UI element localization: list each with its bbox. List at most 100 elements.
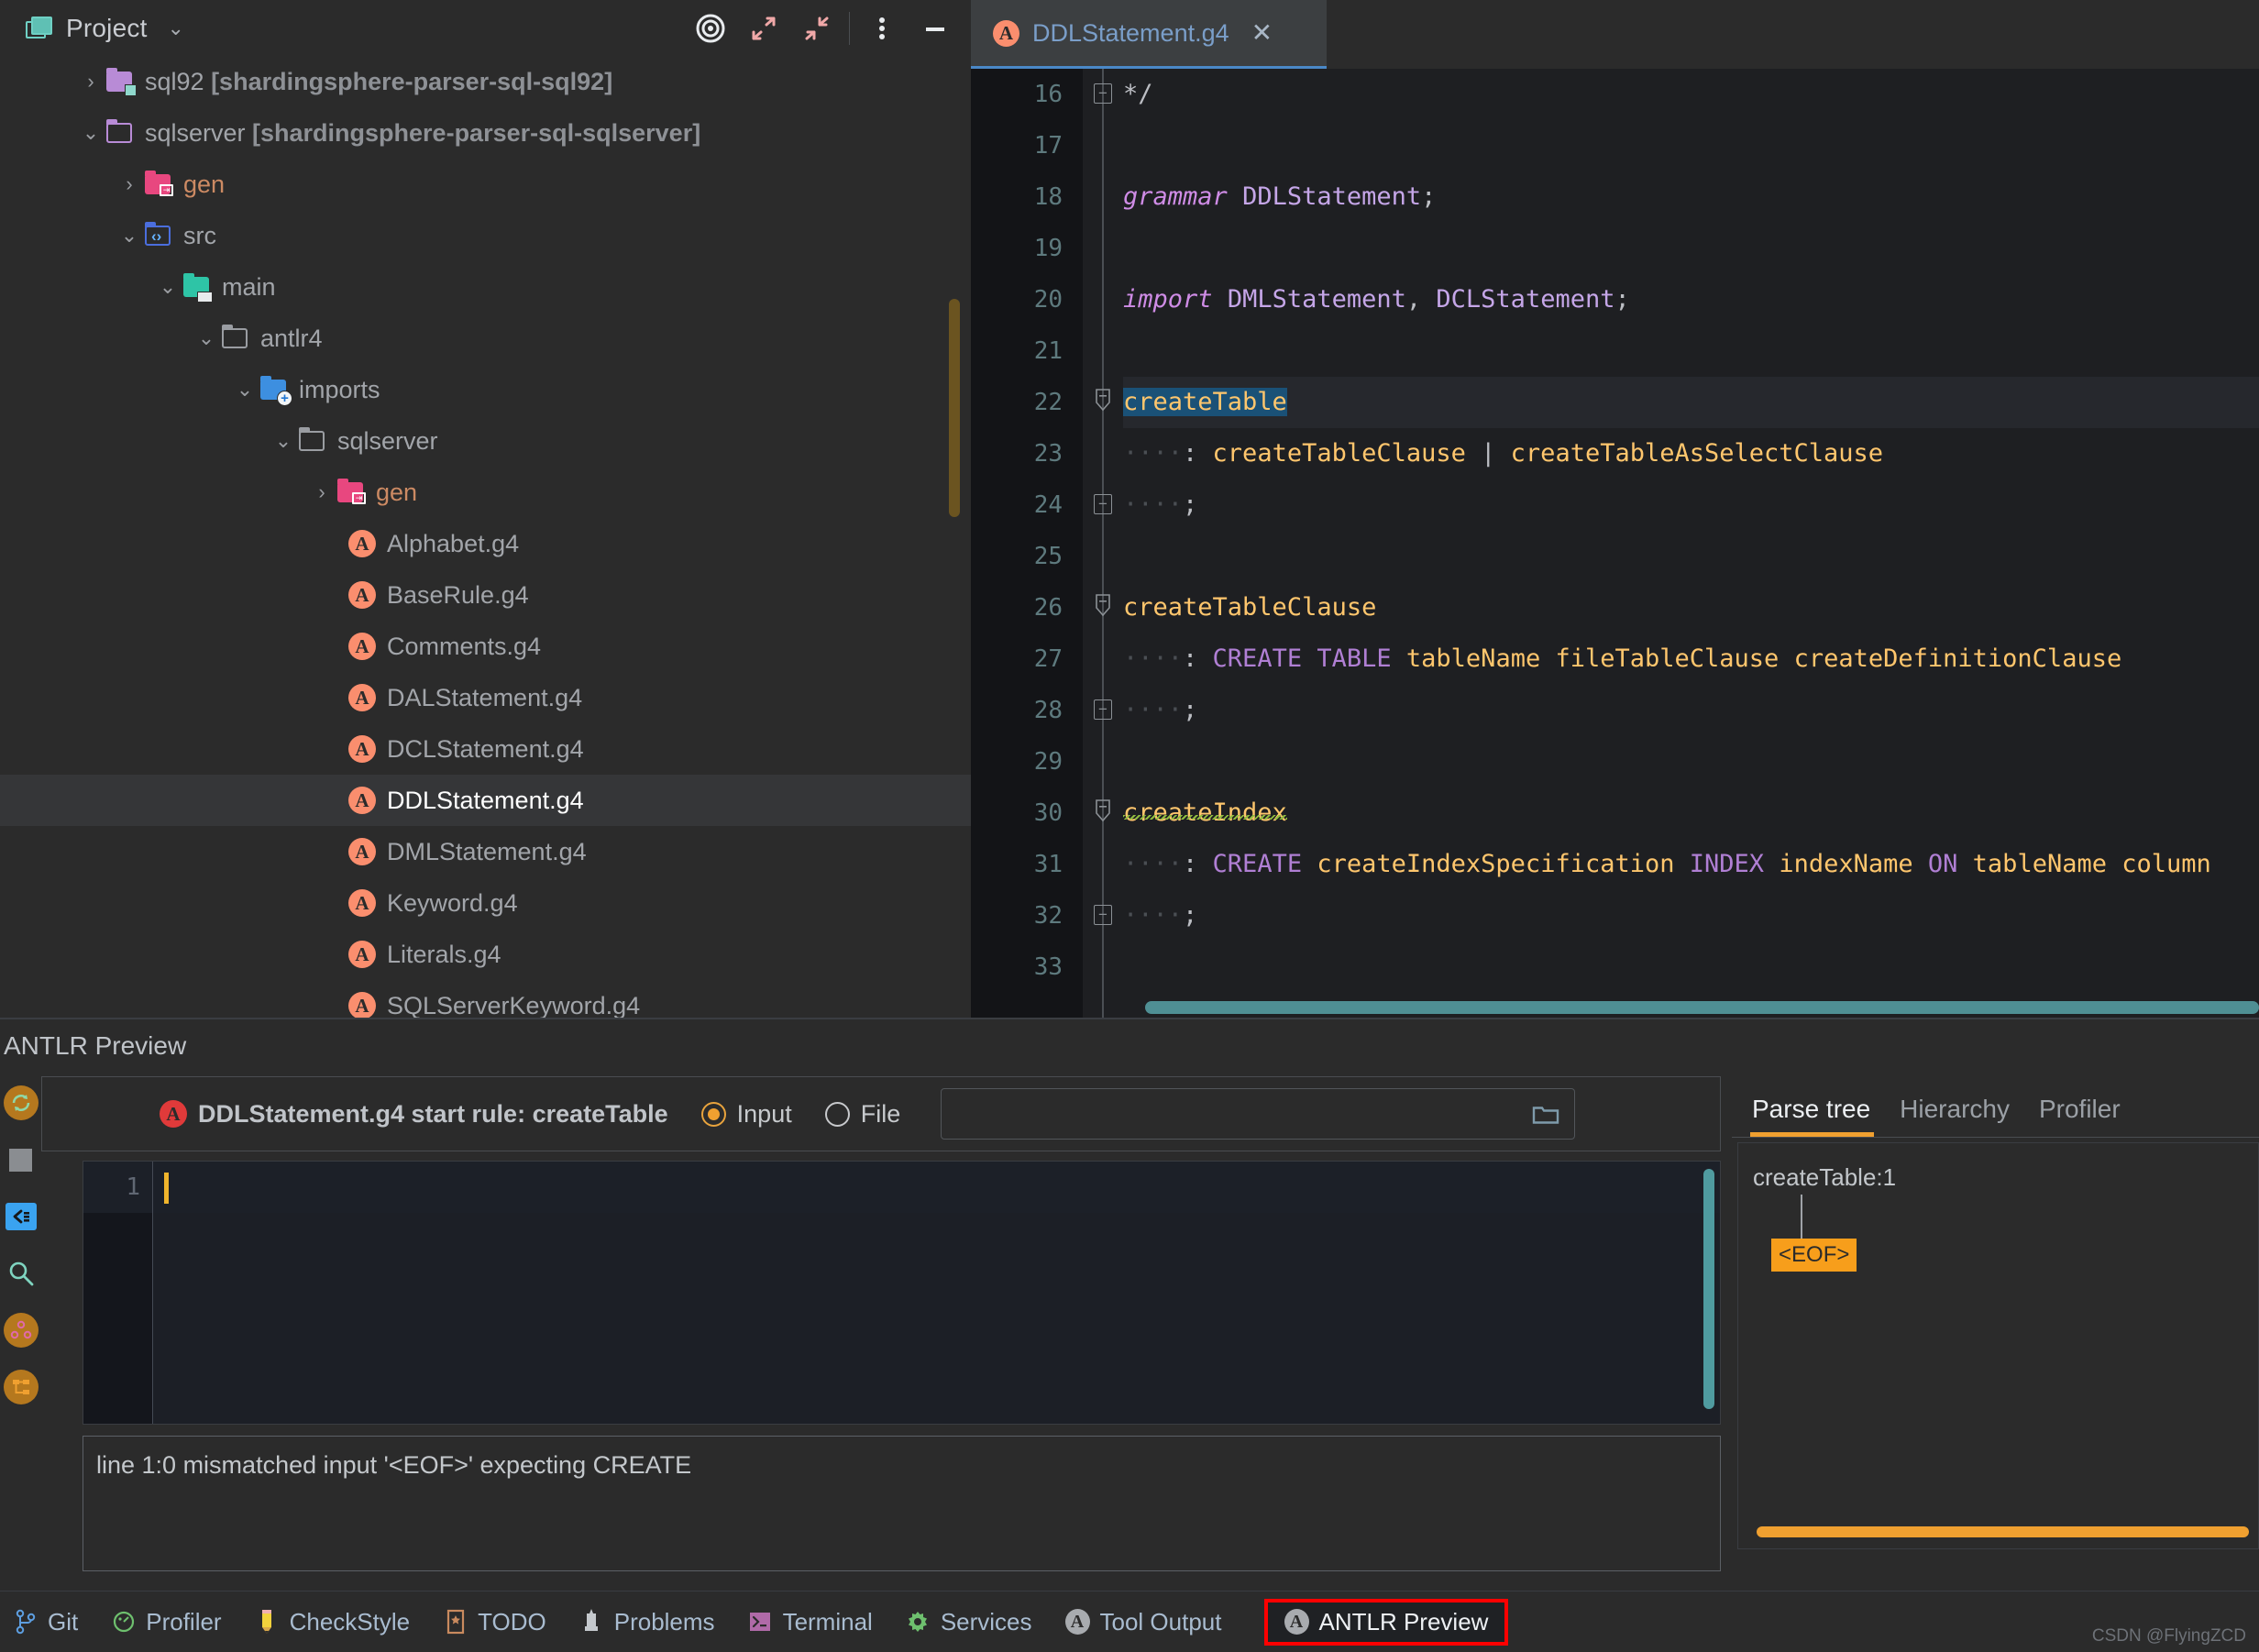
tab-profiler[interactable]: Profiler (2035, 1095, 2146, 1137)
hide-panel-icon[interactable] (909, 2, 962, 55)
parse-tree-horizontal-scrollbar[interactable] (1757, 1526, 2249, 1537)
status-item-todo[interactable]: TODO (443, 1608, 546, 1636)
editor-horizontal-scrollbar[interactable] (1145, 1001, 2259, 1014)
chevron-right-icon[interactable]: › (77, 70, 105, 94)
code-line-25[interactable] (1123, 531, 2259, 582)
status-item-problems[interactable]: Problems (579, 1608, 715, 1636)
fold-region-start-icon-2[interactable] (1094, 593, 1112, 617)
chevron-down-icon[interactable]: ⌄ (154, 275, 182, 299)
code-line-31[interactable]: ····: CREATE createIndexSpecification IN… (1123, 839, 2259, 890)
tree-item-ddlstatement-g4[interactable]: ›ADDLStatement.g4 (0, 775, 971, 826)
status-item-profiler[interactable]: Profiler (111, 1608, 222, 1636)
fold-region-end-icon[interactable]: − (1094, 494, 1112, 514)
tree-item-sqlserverkeyword-g4[interactable]: ›ASQLServerKeyword.g4 (0, 980, 971, 1019)
code-line-18[interactable]: grammar DDLStatement; (1123, 171, 2259, 223)
tree-item-literals-g4[interactable]: ›ALiterals.g4 (0, 929, 971, 980)
parse-tree-root-node[interactable]: createTable:1 (1753, 1163, 1896, 1192)
status-item-antlr-preview[interactable]: A ANTLR Preview (1263, 1598, 1509, 1646)
tree-item-gen[interactable]: › ⇥ gen (0, 159, 971, 210)
tab-hierarchy[interactable]: Hierarchy (1896, 1095, 2035, 1137)
code-token: ; (1614, 285, 1630, 314)
fold-gutter[interactable]: − − − − (1083, 69, 1123, 1019)
code-line-29[interactable] (1123, 736, 2259, 787)
expand-all-icon[interactable] (737, 2, 790, 55)
close-icon[interactable]: ✕ (1251, 20, 1273, 46)
code-line-26[interactable]: createTableClause (1123, 582, 2259, 633)
code-line-23[interactable]: ····: createTableClause | createTableAsS… (1123, 428, 2259, 479)
search-icon[interactable] (4, 1256, 39, 1291)
tree-item-main[interactable]: ⌄ main (0, 261, 971, 313)
fold-region-end-icon-3[interactable]: − (1094, 905, 1112, 925)
code-line-28[interactable]: ····; (1123, 685, 2259, 736)
refresh-icon[interactable] (3, 1085, 39, 1120)
input-radio[interactable] (700, 1101, 726, 1127)
code-line-33[interactable] (1123, 942, 2259, 993)
code-editor[interactable]: 16 17 18 19 20 21 22 23 24 25 26 27 28 29 30 31 32 33 − −… (971, 69, 2259, 1019)
tree-item-antlr4[interactable]: ⌄ antlr4 (0, 313, 971, 364)
tree-item-src[interactable]: ⌄ ‹› src (0, 210, 971, 261)
chevron-down-icon[interactable]: ⌄ (270, 429, 297, 453)
status-item-git[interactable]: Git (13, 1608, 78, 1636)
folder-browse-icon[interactable] (1532, 1103, 1559, 1126)
project-tree-scrollbar[interactable] (949, 299, 960, 517)
code-line-21[interactable] (1123, 325, 2259, 377)
fold-region-start-icon[interactable] (1094, 388, 1112, 412)
input-vertical-scrollbar[interactable] (1703, 1169, 1714, 1409)
more-options-icon[interactable] (855, 2, 909, 55)
chevron-down-icon[interactable]: ⌄ (168, 17, 184, 39)
project-tree[interactable]: › sql92 [shardingsphere-parser-sql-sql92]… (0, 56, 971, 1019)
tree-item-sql92[interactable]: › sql92 [shardingsphere-parser-sql-sql92] (0, 56, 971, 107)
tree-icon[interactable] (3, 1370, 39, 1404)
code-line-30[interactable]: createIndex (1123, 787, 2259, 839)
tree-item-baserule-g4[interactable]: ›ABaseRule.g4 (0, 569, 971, 621)
input-radio-group[interactable]: Input (700, 1100, 792, 1129)
file-radio-group[interactable]: File (824, 1100, 900, 1129)
tree-item-imports[interactable]: ⌄ + imports (0, 364, 971, 415)
file-path-input[interactable] (941, 1088, 1576, 1140)
tree-item-sqlserver[interactable]: ⌄ sqlserver (0, 415, 971, 467)
code-line-32[interactable]: ····; (1123, 890, 2259, 942)
file-radio[interactable] (824, 1101, 850, 1127)
tab-ddlstatement[interactable]: A DDLStatement.g4 ✕ (971, 0, 1327, 69)
stop-icon[interactable] (4, 1142, 39, 1177)
status-item-terminal[interactable]: Terminal (748, 1608, 873, 1636)
status-item-tool-output[interactable]: A Tool Output (1064, 1608, 1222, 1636)
fold-region-start-icon-3[interactable] (1094, 798, 1112, 822)
scroll-to-end-icon[interactable] (4, 1199, 39, 1234)
code-token: CREATE (1212, 850, 1303, 878)
chevron-down-icon[interactable]: ⌄ (193, 326, 220, 350)
fold-collapse-icon[interactable]: − (1094, 83, 1112, 104)
chevron-down-icon[interactable]: ⌄ (231, 378, 259, 402)
tree-item-comments-g4[interactable]: ›AComments.g4 (0, 621, 971, 672)
tree-item-dmlstatement-g4[interactable]: ›ADMLStatement.g4 (0, 826, 971, 877)
tree-item-sqlserver[interactable]: ⌄ sqlserver [shardingsphere-parser-sql-sq… (0, 107, 971, 159)
chevron-right-icon[interactable]: › (308, 480, 336, 504)
collapse-all-icon[interactable] (790, 2, 843, 55)
graph-icon[interactable] (3, 1313, 39, 1348)
code-line-20[interactable]: import DMLStatement, DCLStatement; (1123, 274, 2259, 325)
tree-item-dalstatement-g4[interactable]: ›ADALStatement.g4 (0, 672, 971, 723)
status-item-checkstyle[interactable]: CheckStyle (255, 1608, 410, 1636)
tab-parse-tree[interactable]: Parse tree (1749, 1095, 1896, 1137)
parse-tree-eof-node[interactable]: <EOF> (1771, 1239, 1857, 1272)
tree-item-alphabet-g4[interactable]: ›AAlphabet.g4 (0, 518, 971, 569)
code-line-24[interactable]: ····; (1123, 479, 2259, 531)
preview-input-editor[interactable]: 1 (83, 1161, 1721, 1425)
code-content[interactable]: */ grammar DDLStatement; import DMLState… (1123, 69, 2259, 1019)
code-line-27[interactable]: ····: CREATE TABLE tableName fileTableCl… (1123, 633, 2259, 685)
code-token: createIndex (1123, 798, 1287, 827)
chevron-down-icon[interactable]: ⌄ (77, 121, 105, 145)
tree-item-gen[interactable]: › ⇥ gen (0, 467, 971, 518)
chevron-down-icon[interactable]: ⌄ (116, 224, 143, 248)
status-item-services[interactable]: Services (906, 1608, 1032, 1636)
parse-tree-canvas[interactable]: createTable:1 <EOF> (1737, 1142, 2259, 1549)
fold-region-end-icon-2[interactable]: − (1094, 699, 1112, 720)
code-line-17[interactable] (1123, 120, 2259, 171)
select-opened-file-icon[interactable] (684, 2, 737, 55)
tree-item-dclstatement-g4[interactable]: ›ADCLStatement.g4 (0, 723, 971, 775)
code-line-22[interactable]: createTable (1123, 377, 2259, 428)
chevron-right-icon[interactable]: › (116, 172, 143, 196)
code-line-16[interactable]: */ (1123, 69, 2259, 120)
tree-item-keyword-g4[interactable]: ›AKeyword.g4 (0, 877, 971, 929)
code-line-19[interactable] (1123, 223, 2259, 274)
